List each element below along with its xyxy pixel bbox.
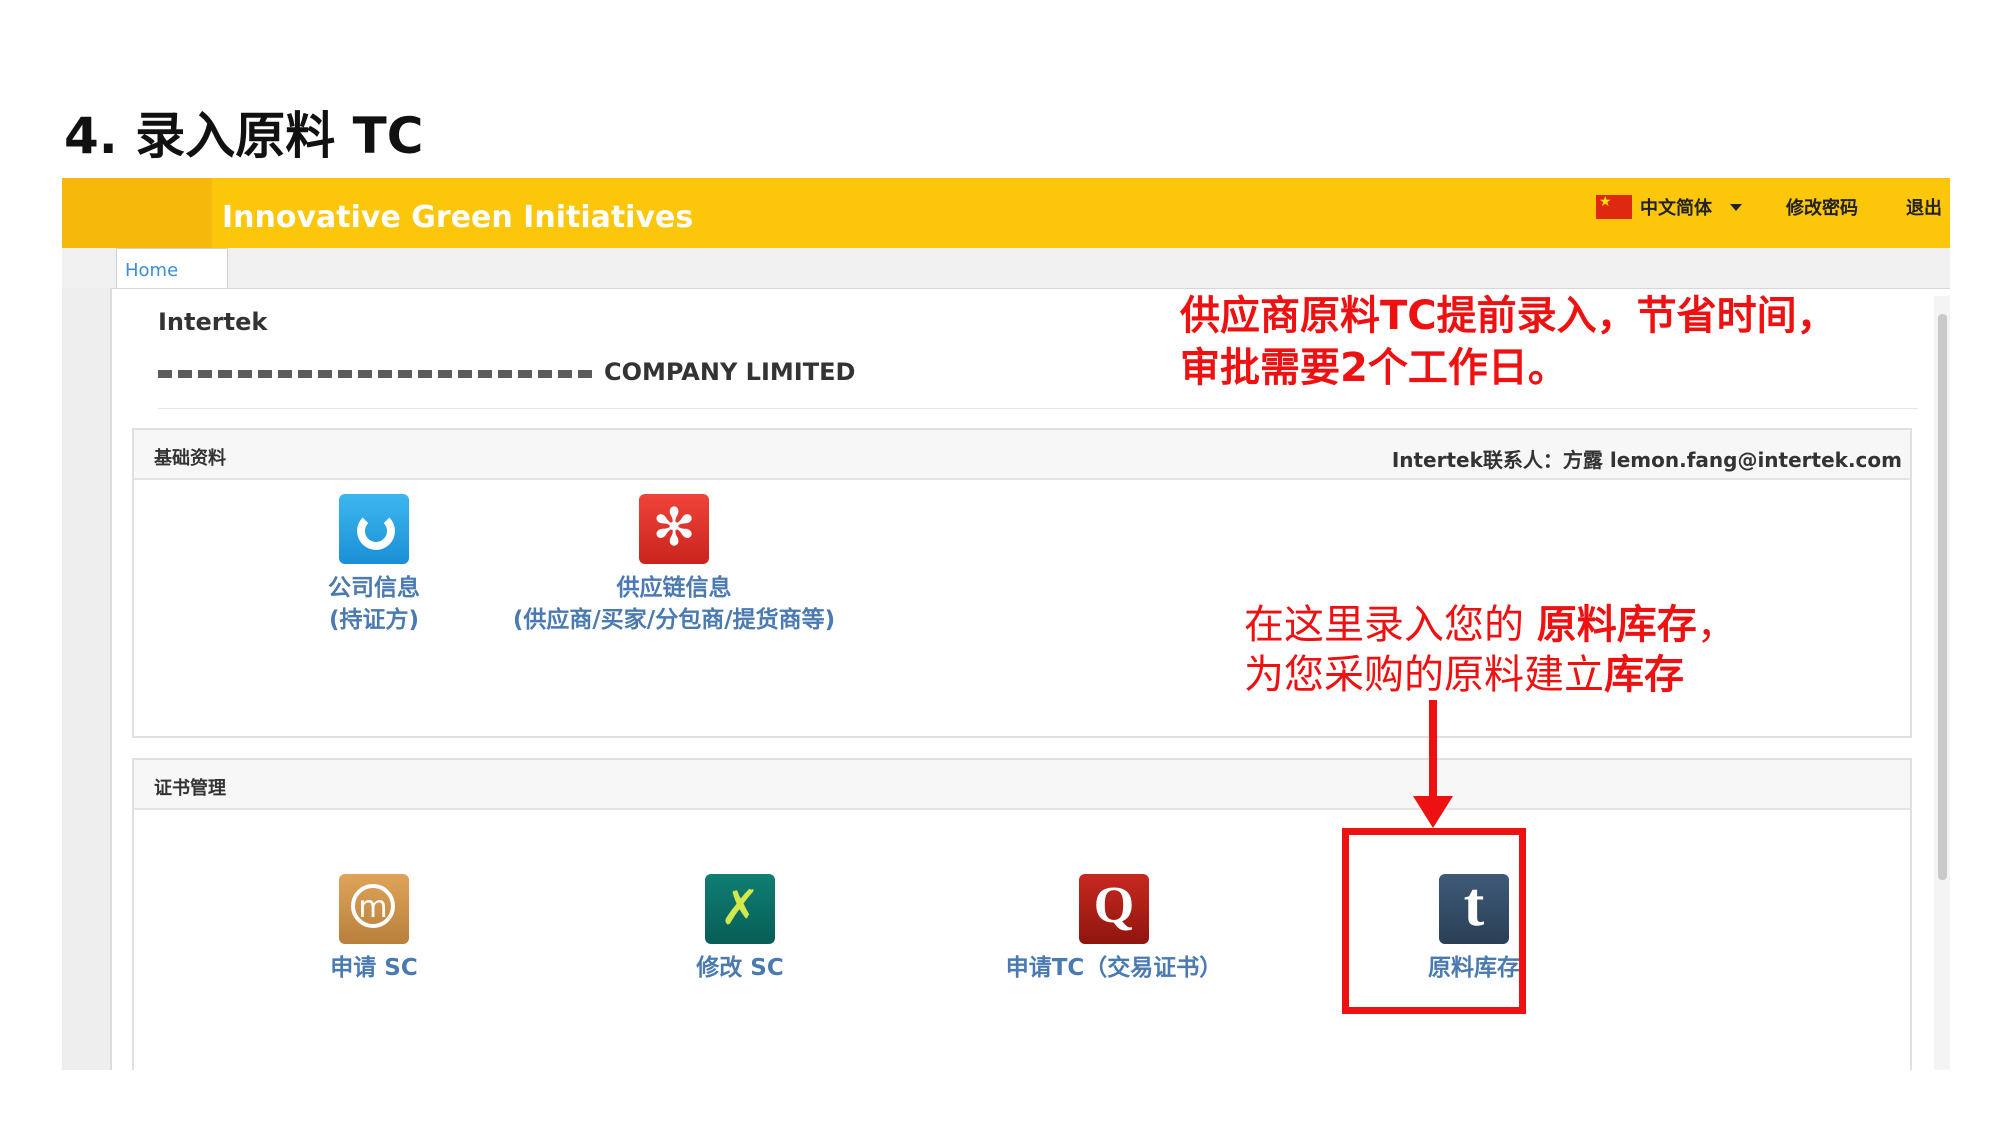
- tab-strip: [62, 248, 1950, 289]
- tile-label: 供应链信息 (供应商/买家/分包商/提货商等): [512, 575, 836, 633]
- scrollbar-thumb[interactable]: [1938, 314, 1947, 880]
- change-password-link[interactable]: 修改密码: [1786, 194, 1858, 220]
- logout-link[interactable]: 退出: [1906, 194, 1942, 220]
- contact-info: Intertek联系人：方露 lemon.fang@intertek.com: [1391, 448, 1902, 472]
- left-gutter: [62, 288, 112, 1070]
- panel-title: 基础资料: [154, 448, 226, 469]
- app-title: Innovative Green Initiatives: [222, 200, 694, 235]
- org-name: Intertek: [158, 308, 268, 336]
- company-name: COMPANY LIMITED: [604, 358, 856, 386]
- xing-icon: [705, 874, 775, 944]
- chat-m-icon: [339, 874, 409, 944]
- yelp-icon: [639, 494, 709, 564]
- language-dropdown[interactable]: ★ 中文简体: [1596, 192, 1742, 222]
- supply-chain-tile[interactable]: 供应链信息 (供应商/买家/分包商/提货商等): [464, 494, 884, 636]
- quora-q-icon: [1079, 874, 1149, 944]
- annotation-inventory-note: 在这里录入您的 原料库存， 为您采购的原料建立库存: [1244, 602, 1737, 698]
- panel-title: 证书管理: [154, 778, 226, 799]
- brand-logo-block: [62, 178, 212, 248]
- modify-sc-tile[interactable]: 修改 SC: [620, 874, 860, 984]
- arrow-shaft: [1429, 700, 1437, 800]
- caret-down-icon: [1730, 203, 1742, 211]
- language-label: 中文简体: [1640, 198, 1712, 219]
- tile-label: 公司信息 (持证方): [328, 575, 420, 633]
- top-bar: Innovative Green Initiatives ★ 中文简体 修改密码…: [62, 178, 1950, 248]
- tab-home[interactable]: Home: [116, 248, 228, 288]
- tile-label: 申请 SC: [330, 955, 418, 981]
- arrow-down-icon: [1413, 796, 1453, 828]
- panel-header: 基础资料 Intertek联系人：方露 lemon.fang@intertek.…: [134, 430, 1910, 480]
- tab-home-label: Home: [125, 260, 179, 281]
- annotation-tc-note: 供应商原料TC提前录入，节省时间， 审批需要2个工作日。: [1180, 293, 1837, 391]
- panel-header: 证书管理: [134, 760, 1910, 810]
- tile-label: 申请TC（交易证书）: [1005, 955, 1223, 981]
- certificate-panel: 证书管理 申请 SC 修改 SC 申请TC（交易证书） 原料库存: [132, 758, 1912, 1070]
- slide-title: 4. 录入原料 TC: [64, 107, 424, 165]
- apply-tc-tile[interactable]: 申请TC（交易证书）: [924, 874, 1304, 984]
- company-info-tile[interactable]: 公司信息 (持证方): [254, 494, 494, 636]
- redacted-company-name: [158, 370, 598, 378]
- refresh-icon: [339, 494, 409, 564]
- apply-sc-tile[interactable]: 申请 SC: [254, 874, 494, 984]
- china-flag-icon: ★: [1596, 195, 1632, 219]
- highlight-box: [1342, 828, 1526, 1014]
- tile-label: 修改 SC: [696, 955, 784, 981]
